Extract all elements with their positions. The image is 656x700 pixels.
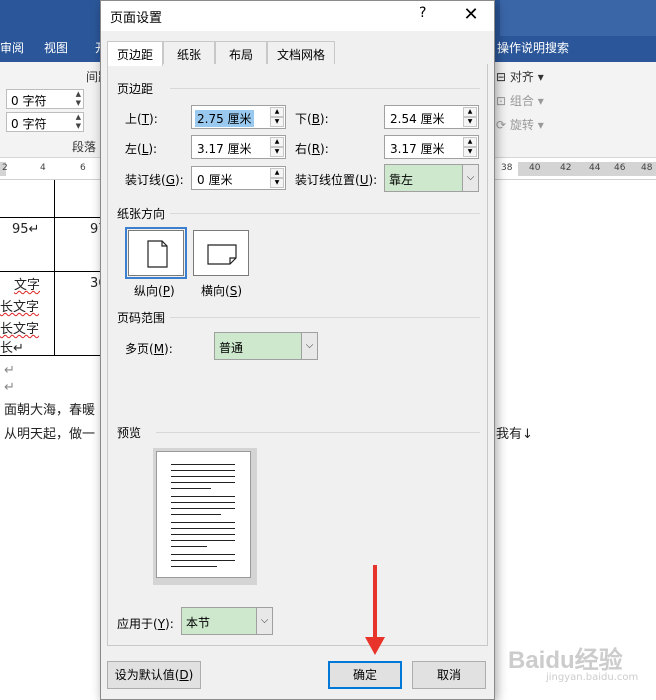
dialog-title: 页面设置	[110, 11, 163, 26]
paragraph-mark: ↵	[4, 363, 15, 378]
gutter-position-label: 装订线位置(U):	[295, 173, 378, 187]
top-margin-label: 上(T):	[125, 112, 158, 126]
multiple-pages-select[interactable]: 普通 ⌵	[214, 332, 318, 360]
table-cell-text: 长↵	[0, 341, 24, 356]
margins-section-title: 页边距	[117, 82, 154, 96]
portrait-page-icon	[147, 240, 168, 268]
preview-section-title: 预览	[117, 426, 142, 440]
ribbon-decoration	[500, 0, 656, 36]
apply-to-label: 应用于(Y):	[117, 617, 174, 631]
left-margin-input[interactable]: 3.17 厘米 ▲ ▼	[191, 135, 286, 159]
apply-to-select[interactable]: 本节 ⌵	[181, 607, 273, 635]
landscape-page-icon	[207, 244, 237, 265]
group-button[interactable]: ⊡ 组合 ▾	[496, 92, 544, 109]
table-cell-text: 文字	[14, 278, 41, 293]
spacing-before-input[interactable]: 0 字符 ▲ ▼	[6, 89, 84, 109]
tab-margins[interactable]: 页边距	[107, 41, 163, 66]
tab-paper[interactable]: 纸张	[163, 41, 215, 65]
tab-view[interactable]: 视图	[44, 39, 68, 56]
chevron-down-icon: ⌵	[301, 333, 317, 359]
baidu-watermark: Baidu经验	[508, 647, 623, 674]
landscape-label: 横向(S)	[201, 284, 242, 298]
right-margin-input[interactable]: 3.17 厘米 ▲ ▼	[384, 135, 479, 159]
tab-doc-grid[interactable]: 文档网格	[267, 41, 335, 65]
tab-layout[interactable]: 布局	[215, 41, 267, 65]
page-setup-dialog: 页面设置 ? ✕ 页边距 纸张 布局 文档网格 页边距 上(T): 2.75 厘…	[100, 0, 495, 700]
chevron-down-icon: ⌵	[256, 608, 272, 634]
right-margin-label: 右(R):	[295, 142, 329, 156]
portrait-label: 纵向(P)	[134, 284, 175, 298]
gutter-input[interactable]: 0 厘米 ▲ ▼	[191, 166, 286, 190]
chevron-down-icon: ⌵	[462, 165, 478, 191]
rotate-button[interactable]: ⟳ 旋转 ▾	[496, 116, 544, 133]
margins-panel: 页边距 上(T): 2.75 厘米 ▲ ▼ 下(B): 2.54 厘米 ▲ ▼ 左(…	[107, 64, 488, 646]
body-text: 我有↓	[496, 427, 533, 442]
help-icon[interactable]: ?	[419, 5, 426, 21]
tab-review[interactable]: 审阅	[0, 39, 24, 56]
table-cell-text: 长文字	[0, 322, 40, 337]
left-margin-label: 左(L):	[125, 142, 158, 156]
close-icon[interactable]: ✕	[456, 3, 486, 27]
paragraph-group-label: 段落	[72, 140, 97, 154]
align-button[interactable]: ⊟ 对齐 ▾	[496, 68, 544, 85]
dialog-title-bar[interactable]: 页面设置 ? ✕	[101, 1, 494, 31]
gutter-label: 装订线(G):	[125, 173, 184, 187]
paragraph-mark: ↵	[4, 380, 15, 395]
spacing-after-input[interactable]: 0 字符 ▲ ▼	[6, 112, 84, 132]
top-margin-input[interactable]: 2.75 厘米 ▲ ▼	[191, 105, 286, 129]
preview-page	[156, 451, 251, 578]
ok-button[interactable]: 确定	[328, 661, 402, 689]
body-text: 从明天起，做一	[4, 427, 96, 442]
multiple-pages-label: 多页(M):	[125, 342, 173, 356]
portrait-option[interactable]	[125, 227, 187, 279]
set-as-default-button[interactable]: 设为默认值(D)	[107, 661, 201, 689]
baidu-watermark-url: jingyan.baidu.com	[546, 672, 639, 683]
bottom-margin-input[interactable]: 2.54 厘米 ▲ ▼	[384, 105, 479, 129]
pages-section-title: 页码范围	[117, 311, 166, 325]
tell-me-search[interactable]: 操作说明搜索	[497, 39, 569, 56]
gutter-position-select[interactable]: 靠左 ⌵	[384, 164, 479, 192]
orientation-section-title: 纸张方向	[117, 207, 166, 221]
bottom-margin-label: 下(B):	[295, 112, 329, 126]
table-cell: 95↵	[12, 222, 40, 237]
table-cell-text: 长文字	[0, 300, 40, 315]
body-text: 面朝大海，春暖	[4, 403, 96, 418]
cancel-button[interactable]: 取消	[412, 661, 486, 689]
landscape-option[interactable]	[193, 230, 249, 276]
page-preview	[153, 448, 257, 585]
